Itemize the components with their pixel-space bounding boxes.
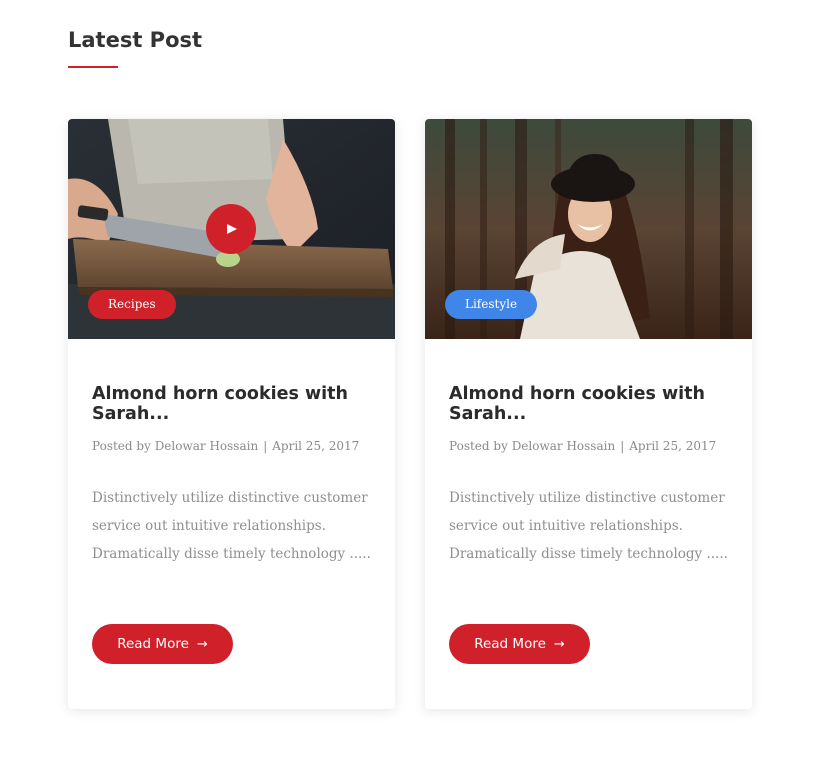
meta-separator: | — [263, 439, 268, 453]
post-excerpt: Distinctively utilize distinctive custom… — [449, 490, 728, 562]
post-card: Lifestyle Almond horn cookies with Sarah… — [425, 119, 752, 709]
meta-separator: | — [620, 439, 625, 453]
post-author[interactable]: Delowar Hossain — [155, 439, 259, 453]
post-excerpt: Distinctively utilize distinctive custom… — [92, 490, 371, 562]
category-badge[interactable]: Recipes — [88, 290, 176, 319]
play-button[interactable] — [206, 204, 256, 254]
posted-by-label: Posted by — [92, 439, 151, 453]
post-thumbnail[interactable]: Recipes — [68, 119, 395, 339]
category-badge[interactable]: Lifestyle — [445, 290, 538, 319]
post-meta: Posted by Delowar Hossain | April 25, 2017 — [92, 439, 359, 453]
arrow-right-icon: → — [196, 637, 208, 652]
post-title[interactable]: Almond horn cookies with Sarah... — [92, 384, 372, 424]
posted-by-label: Posted by — [449, 439, 508, 453]
arrow-right-icon: → — [553, 637, 565, 652]
post-author[interactable]: Delowar Hossain — [512, 439, 616, 453]
post-date: April 25, 2017 — [629, 439, 717, 453]
read-more-label: Read More — [474, 636, 546, 652]
post-card: Recipes Almond horn cookies with Sarah..… — [68, 119, 395, 709]
title-underline — [68, 66, 118, 68]
read-more-button[interactable]: Read More → — [92, 624, 233, 664]
post-meta: Posted by Delowar Hossain | April 25, 2017 — [449, 439, 716, 453]
post-title[interactable]: Almond horn cookies with Sarah... — [449, 384, 729, 424]
section-title: Latest Post — [68, 28, 203, 52]
play-icon — [227, 224, 237, 234]
read-more-label: Read More — [117, 636, 189, 652]
post-date: April 25, 2017 — [272, 439, 360, 453]
read-more-button[interactable]: Read More → — [449, 624, 590, 664]
post-thumbnail[interactable]: Lifestyle — [425, 119, 752, 339]
